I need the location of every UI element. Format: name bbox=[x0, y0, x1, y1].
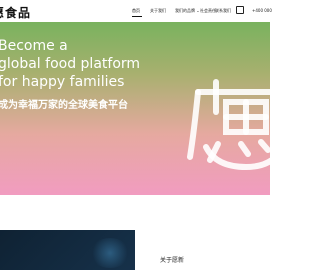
about-heading: 关于愿新 bbox=[160, 257, 185, 264]
hero-heading-line-1: Become a bbox=[0, 38, 68, 54]
cart-icon[interactable] bbox=[236, 6, 244, 14]
nav-item-home[interactable]: 首页 bbox=[132, 8, 140, 14]
feature-image-glow bbox=[90, 238, 130, 268]
hero-banner: Become a global food platform for happy … bbox=[0, 22, 270, 195]
hero-heading-line-2: global food platform bbox=[0, 56, 141, 72]
nav-item-brands[interactable]: 我们的品牌 ⌄ bbox=[175, 8, 200, 14]
feature-image bbox=[0, 230, 135, 270]
brand-logo[interactable]: 愿食品 bbox=[0, 4, 31, 21]
phone-number: +400 000 bbox=[252, 8, 272, 13]
nav-active-indicator bbox=[132, 16, 142, 17]
site-header: 愿食品 首页 关于我们 我们的品牌 ⌄ 社会责任 联系我们 +400 000 bbox=[0, 0, 272, 22]
nav-item-contact[interactable]: 联系我们 bbox=[215, 8, 231, 14]
brand-watermark-icon bbox=[187, 79, 270, 171]
hero-heading-line-3: for happy families bbox=[0, 74, 125, 90]
nav-item-responsibility[interactable]: 社会责任 bbox=[200, 8, 216, 14]
hero-chinese-tagline: 成为幸福万家的全球美食平台 bbox=[0, 100, 128, 111]
nav-item-about[interactable]: 关于我们 bbox=[150, 8, 166, 14]
content-section: 关于愿新 bbox=[0, 195, 270, 270]
